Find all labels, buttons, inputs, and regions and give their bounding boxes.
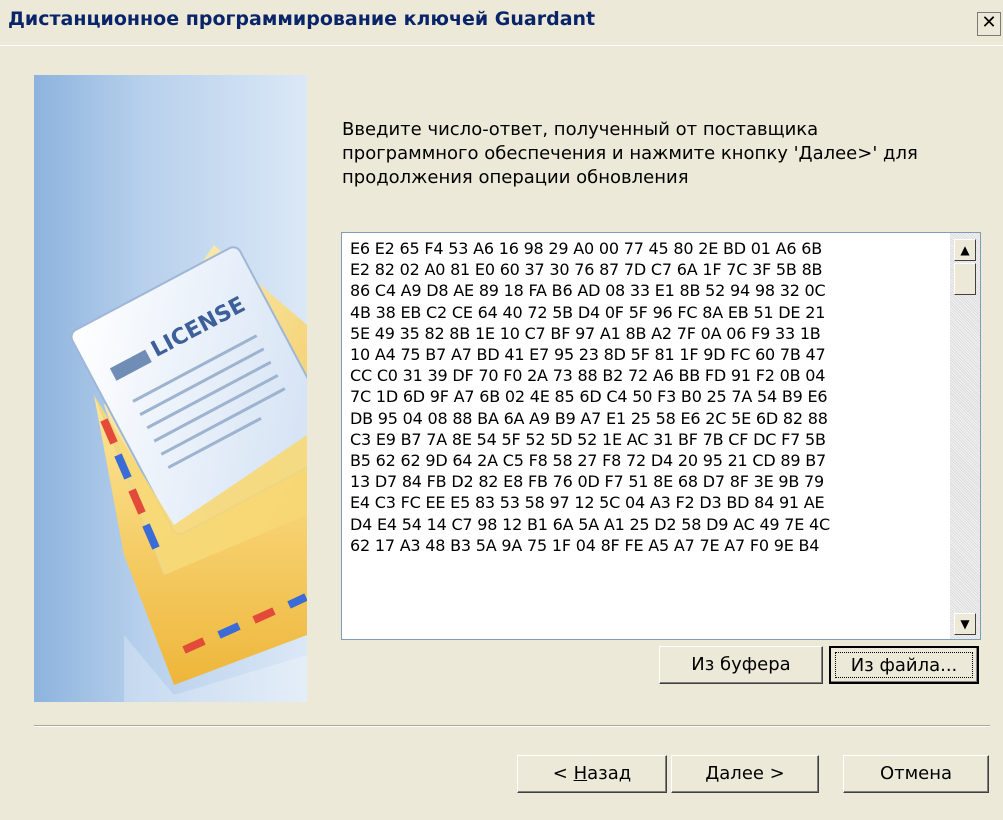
next-button[interactable]: Далее > xyxy=(671,755,819,793)
arrow-up-icon: ▲ xyxy=(960,243,970,257)
cancel-button[interactable]: Отмена xyxy=(843,755,989,793)
next-hotkey: Д xyxy=(705,763,720,784)
vertical-scrollbar[interactable]: ▲ ▼ xyxy=(950,233,980,639)
back-button[interactable]: < Назад xyxy=(517,755,667,793)
code-line: E6 E2 65 F4 53 A6 16 98 29 A0 00 77 45 8… xyxy=(350,239,823,258)
code-line: E2 82 02 A0 81 E0 60 37 30 76 87 7D C7 6… xyxy=(350,260,823,280)
window-title: Дистанционное программирование ключей Gu… xyxy=(8,8,596,30)
code-line: 86 C4 A9 D8 AE 89 18 FA B6 AD 08 33 E1 8… xyxy=(350,281,826,301)
code-line: 62 17 A3 48 B3 5A 9A 75 1F 04 8F FE A5 A… xyxy=(350,535,820,555)
code-line: E4 C3 FC EE E5 83 53 58 97 12 5C 04 A3 F… xyxy=(350,493,825,513)
from-buffer-button[interactable]: Из буфера xyxy=(659,646,823,684)
back-rest: азад xyxy=(587,763,632,784)
wizard-side-image: LICENSE xyxy=(34,75,307,702)
back-prefix: < xyxy=(552,763,574,784)
license-envelope-illustration: LICENSE xyxy=(70,245,307,702)
instructions-text: Введите число-ответ, полученный от поста… xyxy=(342,119,918,188)
response-code-textarea[interactable]: E6 E2 65 F4 53 A6 16 98 29 A0 00 77 45 8… xyxy=(341,232,981,640)
close-button[interactable]: ✕ xyxy=(977,12,1001,36)
footer-separator xyxy=(34,725,990,727)
code-line: 7C 1D 6D 9F A7 6B 02 4E 85 6D C4 50 F3 B… xyxy=(350,387,828,407)
next-rest: алее > xyxy=(719,763,785,784)
code-line: 13 D7 84 FB D2 82 E8 FB 76 0D F7 51 8E 6… xyxy=(350,472,825,492)
from-file-button[interactable]: Из файла... xyxy=(829,646,979,684)
code-line: 5E 49 35 82 8B 1E 10 C7 BF 97 A1 8B A2 7… xyxy=(350,323,821,343)
close-icon: ✕ xyxy=(981,12,997,33)
code-line: 10 A4 75 B7 A7 BD 41 E7 95 23 8D 5F 81 1… xyxy=(350,345,826,365)
arrow-down-icon: ▼ xyxy=(960,617,970,631)
code-line: D4 E4 54 14 C7 98 12 B1 6A 5A A1 25 D2 5… xyxy=(350,514,831,534)
code-line: CC C0 31 39 DF 70 F0 2A 73 88 B2 72 A6 B… xyxy=(350,366,826,386)
code-line: 4B 38 EB C2 CE 64 40 72 5B D4 0F 5F 96 F… xyxy=(350,302,826,322)
code-line: C3 E9 B7 7A 8E 54 5F 52 5D 52 1E AC 31 B… xyxy=(350,429,826,449)
code-line: DB 95 04 08 88 BA 6A A9 B9 A7 E1 25 58 E… xyxy=(350,408,828,428)
title-bar: Дистанционное программирование ключей Gu… xyxy=(0,0,1003,45)
title-separator xyxy=(0,45,1003,46)
scroll-up-button[interactable]: ▲ xyxy=(954,239,976,261)
scroll-thumb[interactable] xyxy=(954,263,976,295)
code-line: B5 62 62 9D 64 2A C5 F8 58 27 F8 72 D4 2… xyxy=(350,451,826,471)
focus-rectangle xyxy=(835,652,973,678)
scroll-down-button[interactable]: ▼ xyxy=(954,613,976,635)
response-code-content: E6 E2 65 F4 53 A6 16 98 29 A0 00 77 45 8… xyxy=(350,238,950,556)
back-hotkey: Н xyxy=(573,763,588,784)
